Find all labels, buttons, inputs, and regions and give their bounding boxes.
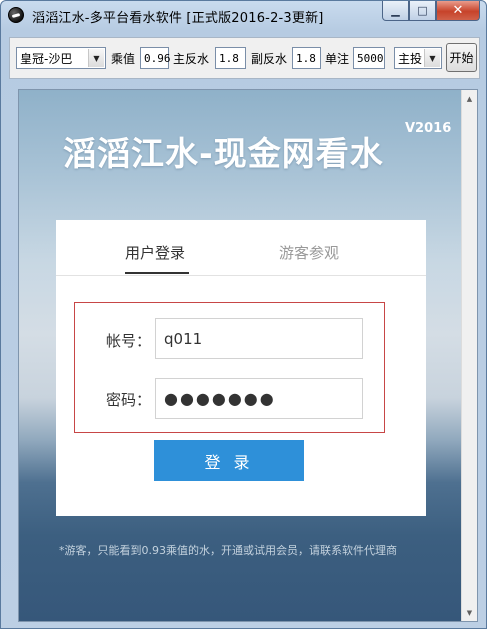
login-button[interactable]: 登 录 [154,440,304,481]
window-title: 滔滔江水-多平台看水软件 [正式版2016-2-3更新] [32,11,324,26]
tab-divider [56,275,426,276]
active-tab-indicator [125,272,189,274]
settings-toolbar: 皇冠-沙巴 ▼ 乘值 0.96 主反水 1.8 副反水 1.8 单注 5000 … [9,37,480,79]
title-bar[interactable]: 滔滔江水-多平台看水软件 [正式版2016-2-3更新] ▁ □ ✕ [1,1,486,31]
app-window: 滔滔江水-多平台看水软件 [正式版2016-2-3更新] ▁ □ ✕ 皇冠-沙巴… [0,0,487,629]
password-input[interactable]: ●●●●●●● [155,378,363,419]
account-label: 帐号： [106,332,152,350]
single-bet-input[interactable]: 5000 [353,47,385,69]
login-card: 用户登录 游客参观 帐号： q011 密码： ●●●●●●● 登 录 [56,220,426,516]
chevron-down-icon: ▼ [88,49,104,67]
login-form: 帐号： q011 密码： ●●●●●●● [74,302,385,433]
password-label: 密码： [106,391,152,409]
maximize-icon: □ [417,4,428,17]
minimize-button[interactable]: ▁ [382,1,409,21]
banner-title: 滔滔江水-现金网看水 [63,134,384,173]
app-logo-icon [8,7,24,23]
main-rebate-label: 主反水 [173,51,210,66]
maximize-button[interactable]: □ [409,1,436,21]
guest-notice: *游客，只能看到0.93乘值的水，开通或试用会员，请联系软件代理商 [59,544,397,557]
site-select-value: 皇冠-沙巴 [20,51,73,66]
start-button[interactable]: 开始 [446,43,477,72]
scroll-up-icon[interactable]: ▲ [462,90,477,107]
scroll-down-icon[interactable]: ▼ [462,604,477,621]
window-controls: ▁ □ ✕ [382,1,480,21]
sub-rebate-input[interactable]: 1.8 [292,47,321,69]
tab-user-login[interactable]: 用户登录 [125,242,185,268]
main-rebate-input[interactable]: 1.8 [215,47,246,69]
mode-select[interactable]: 主投 ▼ [394,47,442,69]
minimize-icon: ▁ [391,4,400,17]
single-bet-label: 单注 [325,51,350,66]
account-input[interactable]: q011 [155,318,363,359]
vertical-scrollbar[interactable]: ▲ ▼ [461,90,477,621]
close-icon: ✕ [452,3,464,18]
login-page: 滔滔江水-现金网看水 V2016 用户登录 游客参观 帐号： q011 密码： … [18,89,478,622]
sub-rebate-label: 副反水 [251,51,288,66]
site-select[interactable]: 皇冠-沙巴 ▼ [16,47,106,69]
mode-select-value: 主投 [398,51,423,66]
chevron-down-icon: ▼ [424,49,440,67]
close-button[interactable]: ✕ [436,1,480,21]
version-label: V2016 [405,121,452,136]
tab-guest-visit[interactable]: 游客参观 [279,242,339,268]
odds-label: 乘值 [111,51,136,66]
odds-input[interactable]: 0.96 [140,47,171,69]
